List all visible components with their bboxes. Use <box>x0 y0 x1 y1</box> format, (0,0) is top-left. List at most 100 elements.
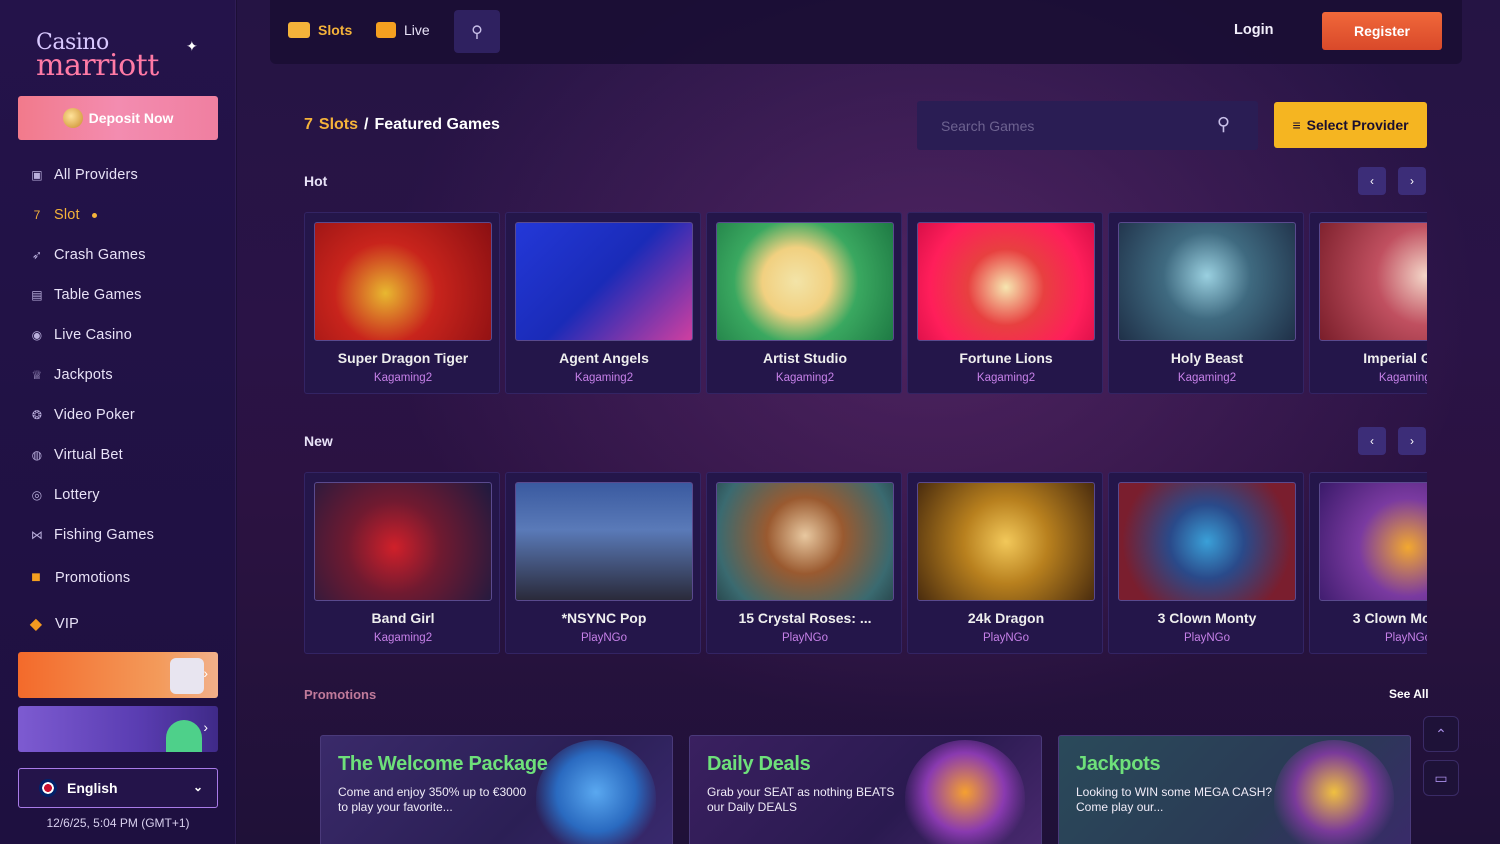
breadcrumb-current: Featured Games <box>374 116 500 133</box>
game-thumbnail <box>515 482 693 601</box>
language-label: English <box>67 780 118 796</box>
game-card[interactable]: 3 Clown Monty II PlayNGo <box>1309 472 1427 654</box>
new-next-button[interactable]: › <box>1398 427 1426 455</box>
search-icon[interactable]: ⚲ <box>1217 114 1230 135</box>
chevron-up-icon: ⌃ <box>1435 725 1447 742</box>
sidebar-item-virtual-bet[interactable]: ◍ Virtual Bet <box>30 435 230 475</box>
sidebar-item-table-games[interactable]: ▤ Table Games <box>30 275 230 315</box>
chevron-down-icon: ⌄ <box>192 780 203 794</box>
promo-description: Grab your SEAT as nothing BEATS our Dail… <box>707 785 895 814</box>
gift-banner[interactable]: › <box>18 652 218 698</box>
game-card[interactable]: Fortune Lions Kagaming2 <box>907 212 1103 394</box>
sidebar-item-label: Crash Games <box>54 247 146 263</box>
chevron-left-icon: ‹ <box>1370 174 1374 188</box>
game-provider: PlayNGo <box>982 632 1030 644</box>
chevron-right-icon: › <box>203 719 208 735</box>
sidebar-item-label: Promotions <box>55 570 131 586</box>
game-thumbnail <box>314 222 492 341</box>
casino-logo[interactable]: Casino marriott ✦ <box>36 30 198 83</box>
rocket-icon: ➶ <box>31 248 43 262</box>
game-provider: PlayNGo <box>580 632 628 644</box>
sidebar-item-label: VIP <box>55 616 79 632</box>
game-provider: Kagaming2 <box>1177 372 1237 384</box>
search-icon: ⚲ <box>471 23 483 41</box>
android-icon <box>166 720 202 752</box>
nav-slots-link[interactable]: Slots <box>288 22 352 38</box>
promo-card-jackpots[interactable]: Jackpots Looking to WIN some MEGA CASH? … <box>1058 735 1411 844</box>
game-card[interactable]: Imperial Girls Kagaming2 <box>1309 212 1427 394</box>
game-card[interactable]: 3 Clown Monty PlayNGo <box>1108 472 1304 654</box>
hot-prev-button[interactable]: ‹ <box>1358 167 1386 195</box>
topbar-search-button[interactable]: ⚲ <box>454 10 500 53</box>
sidebar-nav: ▣ All Providers 7 Slot ➶ Crash Games ▤ T… <box>30 155 230 647</box>
cards-icon: ▤ <box>31 288 43 302</box>
game-provider: Kagaming2 <box>775 372 835 384</box>
chat-button[interactable]: ▭ <box>1423 760 1459 796</box>
sidebar-item-live-casino[interactable]: ◉ Live Casino <box>30 315 230 355</box>
sidebar-item-lottery[interactable]: ◎ Lottery <box>30 475 230 515</box>
language-selector[interactable]: English ⌄ <box>18 768 218 808</box>
select-provider-label: Select Provider <box>1306 117 1409 133</box>
hot-carousel-arrows: ‹ › <box>1358 167 1426 195</box>
sidebar-item-jackpots[interactable]: ♕ Jackpots <box>30 355 230 395</box>
new-prev-button[interactable]: ‹ <box>1358 427 1386 455</box>
game-name: Artist Studio <box>763 350 847 366</box>
android-app-banner[interactable]: › <box>18 706 218 752</box>
sidebar-item-slot[interactable]: 7 Slot <box>30 195 230 235</box>
game-provider: PlayNGo <box>1384 632 1427 644</box>
sidebar-item-all-providers[interactable]: ▣ All Providers <box>30 155 230 195</box>
sidebar: Casino marriott ✦ Deposit Now ▣ All Prov… <box>0 0 236 844</box>
sidebar-item-label: Live Casino <box>54 327 132 343</box>
game-card[interactable]: Super Dragon Tiger Kagaming2 <box>304 212 500 394</box>
sidebar-item-fishing-games[interactable]: ⋈ Fishing Games <box>30 515 230 555</box>
game-thumbnail <box>1319 482 1427 601</box>
hot-games-row: Super Dragon Tiger Kagaming2 Agent Angel… <box>304 212 1427 396</box>
sidebar-item-video-poker[interactable]: ❂ Video Poker <box>30 395 230 435</box>
search-input[interactable] <box>917 101 1207 150</box>
scroll-top-button[interactable]: ⌃ <box>1423 716 1459 752</box>
game-provider: Kagaming2 <box>574 372 634 384</box>
game-card[interactable]: 24k Dragon PlayNGo <box>907 472 1103 654</box>
new-carousel-arrows: ‹ › <box>1358 427 1426 455</box>
uk-flag-icon <box>39 779 57 797</box>
deposit-now-button[interactable]: Deposit Now <box>18 96 218 140</box>
sidebar-item-label: Fishing Games <box>54 527 155 543</box>
game-card[interactable]: Band Girl Kagaming2 <box>304 472 500 654</box>
register-button[interactable]: Register <box>1322 12 1442 50</box>
select-provider-button[interactable]: ≡ Select Provider <box>1274 102 1427 148</box>
chevron-right-icon: › <box>1410 174 1414 188</box>
diamond-icon: ◆ <box>29 616 43 633</box>
filter-icon: ≡ <box>1292 117 1301 133</box>
breadcrumb-slots[interactable]: Slots <box>319 116 358 134</box>
game-name: Band Girl <box>371 610 435 626</box>
main-content: Slots Live ⚲ Login Register 7 Slots / Fe… <box>237 0 1500 844</box>
game-thumbnail <box>716 482 894 601</box>
game-name: 3 Clown Monty <box>1157 610 1257 626</box>
sidebar-item-label: Jackpots <box>54 367 113 383</box>
sidebar-item-crash-games[interactable]: ➶ Crash Games <box>30 235 230 275</box>
promo-card-welcome[interactable]: The Welcome Package Come and enjoy 350% … <box>320 735 673 844</box>
game-thumbnail <box>314 482 492 601</box>
game-name: 3 Clown Monty II <box>1352 610 1427 626</box>
hot-next-button[interactable]: › <box>1398 167 1426 195</box>
fish-icon: ⋈ <box>30 528 44 542</box>
login-button[interactable]: Login <box>1234 22 1273 38</box>
game-card[interactable]: Agent Angels Kagaming2 <box>505 212 701 394</box>
nav-live-link[interactable]: Live <box>376 22 430 38</box>
poker-chip-icon: ❂ <box>31 408 43 422</box>
game-name: 24k Dragon <box>967 610 1045 626</box>
see-all-link[interactable]: See All <box>1389 687 1429 701</box>
sidebar-item-vip[interactable]: ◆ VIP <box>27 601 230 647</box>
game-card[interactable]: Holy Beast Kagaming2 <box>1108 212 1304 394</box>
game-card[interactable]: 15 Crystal Roses: ... PlayNGo <box>706 472 902 654</box>
slot-seven-icon: 7 <box>304 116 313 133</box>
promo-card-daily-deals[interactable]: Daily Deals Grab your SEAT as nothing BE… <box>689 735 1042 844</box>
game-card[interactable]: *NSYNC Pop PlayNGo <box>505 472 701 654</box>
sidebar-item-label: Slot <box>54 207 80 223</box>
game-thumbnail <box>1319 222 1427 341</box>
gift-icon: ■ <box>31 569 41 586</box>
game-card[interactable]: Artist Studio Kagaming2 <box>706 212 902 394</box>
logo-line2: marriott <box>36 48 159 83</box>
game-search: ⚲ <box>917 101 1258 150</box>
sidebar-item-promotions[interactable]: ■ Promotions <box>27 555 230 601</box>
